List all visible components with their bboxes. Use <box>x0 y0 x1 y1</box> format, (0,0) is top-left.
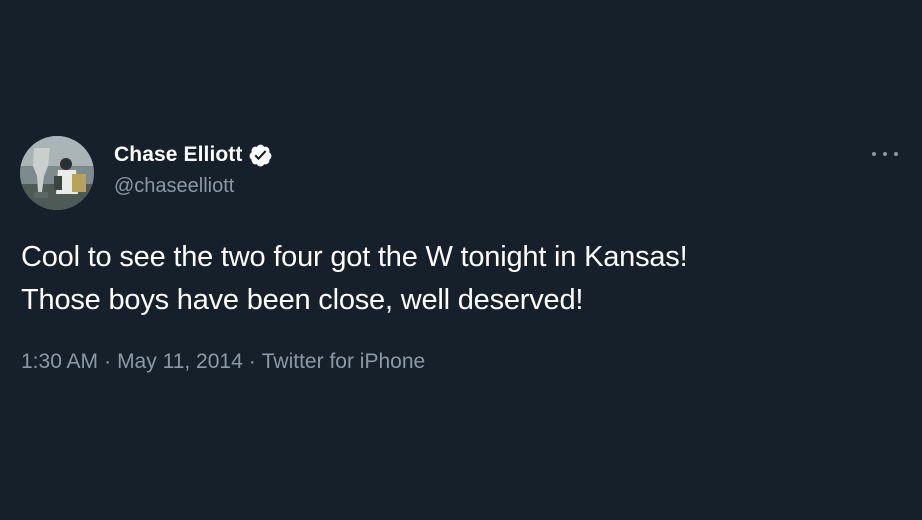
tweet-date[interactable]: May 11, 2014 <box>117 350 243 373</box>
author-block: Chase Elliott @chaseelliott <box>114 142 273 198</box>
display-name[interactable]: Chase Elliott <box>114 143 243 167</box>
verified-badge-icon <box>248 143 273 168</box>
dot <box>894 152 898 156</box>
tweet-source[interactable]: Twitter for iPhone <box>262 350 425 373</box>
tweet-time[interactable]: 1:30 AM <box>21 350 98 373</box>
tweet-text: Cool to see the two four got the W tonig… <box>21 236 881 322</box>
dot <box>883 152 887 156</box>
tweet-text-line: Cool to see the two four got the W tonig… <box>21 241 688 273</box>
more-options-icon[interactable] <box>872 146 898 162</box>
tweet-text-line: Those boys have been close, well deserve… <box>21 284 584 316</box>
dot <box>872 152 876 156</box>
tweet-card: Chase Elliott @chaseelliott Cool to see … <box>0 0 922 520</box>
tweet-meta: 1:30 AM · May 11, 2014 · Twitter for iPhone <box>21 350 425 374</box>
avatar-photo-icon <box>20 136 94 210</box>
name-row: Chase Elliott <box>114 142 273 168</box>
handle[interactable]: @chaseelliott <box>114 175 273 198</box>
meta-separator: · <box>104 350 112 373</box>
meta-separator: · <box>248 350 256 373</box>
avatar[interactable] <box>20 136 94 210</box>
